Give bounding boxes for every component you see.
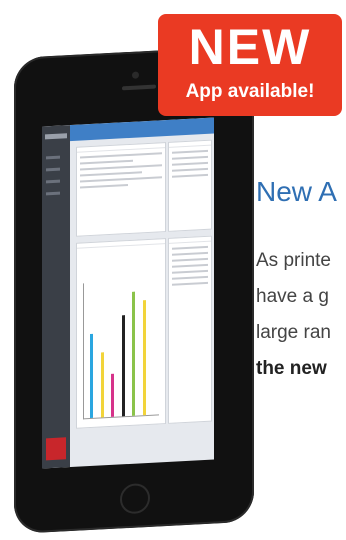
legend-line [172, 257, 208, 262]
legend-line [172, 251, 208, 256]
mini-chart-bar [121, 314, 125, 417]
text-line [172, 149, 208, 154]
text-line [80, 171, 142, 177]
card-title [169, 236, 211, 244]
section-heading: New A [256, 176, 337, 207]
app-topbar [70, 117, 214, 142]
card-title [77, 143, 165, 153]
sidebar-nav-item [46, 179, 60, 184]
text-line [80, 184, 129, 189]
app-screen [42, 117, 214, 469]
paragraph-line: As printe [256, 250, 331, 271]
front-camera [132, 71, 139, 79]
badge-subtitle: App available! [185, 81, 315, 102]
earpiece-speaker [122, 84, 156, 91]
app-sidebar [42, 125, 70, 469]
legend-line [172, 263, 208, 268]
legend-line [172, 269, 208, 274]
text-line [172, 161, 208, 166]
summary-card [168, 139, 212, 232]
text-line [80, 164, 162, 171]
mini-chart-bar [90, 334, 93, 419]
text-line [80, 159, 133, 165]
mini-chart-bar [132, 291, 135, 416]
info-card [76, 142, 166, 237]
text-line [80, 176, 162, 183]
brand-logo-badge [46, 437, 66, 461]
text-line [172, 155, 208, 160]
legend-card [168, 235, 212, 424]
badge-title: NEW [188, 19, 312, 75]
app-logo [45, 133, 67, 140]
card-title [77, 239, 165, 249]
paragraph-line-bold: the new [256, 358, 327, 379]
paragraph-line: large ran [256, 322, 331, 343]
phone-mockup [14, 45, 254, 535]
mini-chart-bar [142, 300, 146, 416]
new-app-badge: NEW App available! [158, 14, 342, 116]
mini-chart-bar [100, 352, 104, 418]
card-title [169, 140, 211, 148]
text-line [172, 167, 208, 172]
chart-card [76, 238, 166, 429]
mini-chart-bar [111, 373, 114, 417]
sidebar-nav-item [46, 191, 60, 196]
legend-line [172, 281, 208, 286]
legend-line [172, 245, 208, 250]
sidebar-nav-item [46, 155, 60, 160]
sidebar-nav-item [46, 167, 60, 172]
legend-line [172, 275, 208, 280]
text-line [172, 173, 208, 178]
home-button [120, 482, 150, 515]
paragraph-line: have a g [256, 286, 329, 307]
text-line [80, 152, 162, 159]
mini-bar-chart [83, 279, 159, 420]
